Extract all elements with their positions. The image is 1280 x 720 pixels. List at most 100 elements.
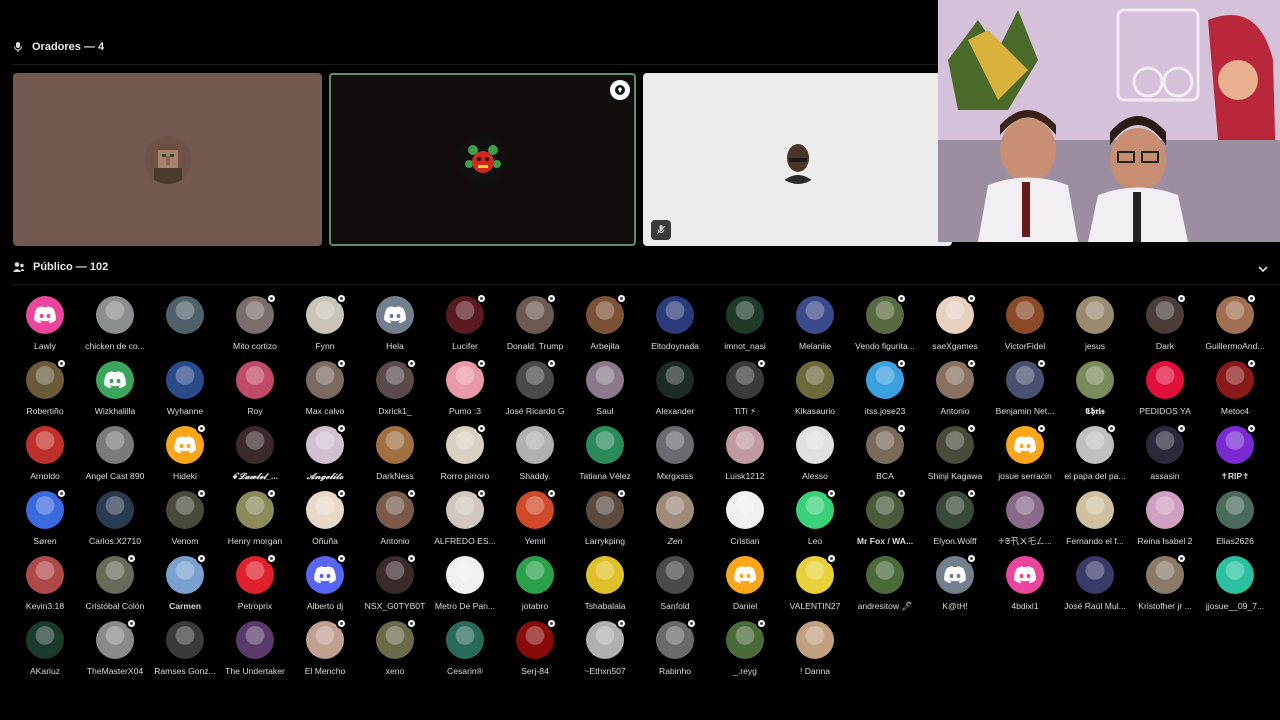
audience-member[interactable]: AKariuz (10, 621, 80, 686)
audience-member[interactable]: Ramses Gonz... (150, 621, 220, 686)
audience-member[interactable]: José Ricardo G (500, 358, 570, 426)
audience-member[interactable]: andresitow 🖊 (850, 556, 920, 621)
audience-member[interactable]: Kevin3.18 (10, 556, 80, 621)
audience-member[interactable]: Max calvo (290, 358, 360, 426)
audience-member[interactable]: Alberto dj (290, 553, 360, 621)
audience-member[interactable]: itss.jose23 (850, 358, 920, 426)
audience-member[interactable]: 𝓐𝓷𝓰𝓮𝓵𝓲𝓽𝓸 (290, 423, 360, 491)
audience-member[interactable]: Reina Isabel 2 (1130, 491, 1200, 556)
audience-member[interactable]: josue serracin (990, 423, 1060, 491)
audience-member[interactable]: Melaniie (780, 296, 850, 361)
audience-member[interactable]: Metoc4 (1200, 358, 1270, 426)
audience-member[interactable]: Metro De Pan... (430, 556, 500, 621)
audience-member[interactable]: Tatiana Vélez (570, 426, 640, 491)
audience-member[interactable]: Kristofher jr ... (1130, 553, 1200, 621)
audience-member[interactable]: Shinji Kagawa (920, 423, 990, 491)
audience-member[interactable]: Dxrick1_ (360, 358, 430, 426)
speaker-tile-villager[interactable] (13, 73, 322, 246)
audience-member[interactable]: The Undertaker (220, 621, 290, 686)
audience-member[interactable]: VictorFidel (990, 296, 1060, 361)
audience-member[interactable]: Arbejita (570, 293, 640, 361)
audience-member[interactable]: Daniel (710, 556, 780, 621)
audience-member[interactable]: Mito cortizo (220, 293, 290, 361)
audience-member[interactable]: Rorro pirroro (430, 423, 500, 491)
audience-member[interactable]: Rabinho (640, 618, 710, 686)
audience-member[interactable]: jesus (1060, 296, 1130, 361)
audience-member[interactable]: Alexander (640, 361, 710, 426)
audience-member[interactable]: Cristóbal Colón (80, 553, 150, 621)
audience-member[interactable]: Benjamin Net... (990, 358, 1060, 426)
audience-member[interactable]: Vendo figurita... (850, 293, 920, 361)
audience-member[interactable]: BCA (850, 423, 920, 491)
audience-member[interactable] (150, 296, 220, 361)
audience-member[interactable]: jjosue__09_7... (1200, 556, 1270, 621)
audience-member[interactable]: ALFREDO ES... (430, 488, 500, 556)
audience-member[interactable]: Lawly (10, 296, 80, 361)
audience-member[interactable]: Eltodoynada (640, 296, 710, 361)
audience-member[interactable]: Leo (780, 488, 850, 556)
audience-member[interactable]: Kikasaurio (780, 361, 850, 426)
audience-member[interactable]: Carmen (150, 553, 220, 621)
audience-member[interactable]: Cesarin® (430, 621, 500, 686)
audience-member[interactable]: TheMasterX04 (80, 618, 150, 686)
audience-member[interactable]: VALENTIN27 (780, 553, 850, 621)
audience-member[interactable]: DarkNess (360, 426, 430, 491)
audience-member[interactable]: Mr Fox / WA... (850, 488, 920, 556)
audience-member[interactable]: Larrykping (570, 488, 640, 556)
audience-member[interactable]: Elyon.Wolff (920, 488, 990, 556)
audience-member[interactable]: ꗃ𝓛𝓪𝔀𝓵𝓮𝓽_... (220, 426, 290, 491)
audience-member[interactable]: Hideki (150, 423, 220, 491)
audience-member[interactable]: Antonio (360, 488, 430, 556)
audience-member[interactable]: NSX_G0TYB0T (360, 553, 430, 621)
audience-member[interactable]: Luisk1212 (710, 426, 780, 491)
audience-member[interactable]: Wizkhalilla (80, 361, 150, 426)
audience-member[interactable]: Antonio (920, 358, 990, 426)
audience-member[interactable]: Dark (1130, 293, 1200, 361)
audience-member[interactable]: ♱𝕾卂ㄨ乇ㄥ... (990, 491, 1060, 556)
audience-member[interactable]: Tshabalala (570, 556, 640, 621)
audience-member[interactable]: Roy (220, 361, 290, 426)
audience-member[interactable]: Serj-84 (500, 618, 570, 686)
audience-member[interactable]: xeno (360, 618, 430, 686)
audience-member[interactable]: Donald. Trump (500, 293, 570, 361)
audience-member[interactable]: Søren (10, 488, 80, 556)
audience-member[interactable]: Arnoldo (10, 426, 80, 491)
audience-member[interactable]: Shaddy. (500, 426, 570, 491)
speaker-tile-portrait[interactable] (643, 73, 952, 246)
audience-member[interactable]: Petroprix (220, 553, 290, 621)
audience-member[interactable]: Oñuña (290, 488, 360, 556)
audience-member[interactable]: ✝RIP✝ (1200, 423, 1270, 491)
speaker-tile-active[interactable] (329, 73, 636, 246)
audience-member[interactable]: PEDIDOS YA (1130, 361, 1200, 426)
audience-member[interactable]: Mxrgxsss (640, 426, 710, 491)
audience-member[interactable]: Carlos.X2710 (80, 491, 150, 556)
audience-member[interactable]: Zen (640, 491, 710, 556)
audience-member[interactable]: Yemil (500, 488, 570, 556)
audience-member[interactable]: 4bdixl1 (990, 556, 1060, 621)
audience-member[interactable]: ! Danna (780, 621, 850, 686)
audience-member[interactable]: Hela (360, 296, 430, 361)
audience-member[interactable]: Elias2626 (1200, 491, 1270, 556)
audience-member[interactable]: Angel Cast 890 (80, 426, 150, 491)
audience-member[interactable]: Cristian (710, 491, 780, 556)
audience-member[interactable]: Fernando el f... (1060, 491, 1130, 556)
audience-member[interactable]: _.reyg (710, 618, 780, 686)
audience-member[interactable]: Wyhanne (150, 361, 220, 426)
audience-member[interactable]: K@tH! (920, 553, 990, 621)
audience-member[interactable]: el papa del pa... (1060, 423, 1130, 491)
audience-member[interactable]: El Mencho (290, 618, 360, 686)
audience-member[interactable]: ~Ethxn507 (570, 618, 640, 686)
audience-member[interactable]: GuillermoAnd... (1200, 293, 1270, 361)
audience-member[interactable]: Fynn (290, 293, 360, 361)
chevron-down-icon[interactable] (1256, 262, 1270, 276)
audience-member[interactable]: Robertiño (10, 358, 80, 426)
audience-member[interactable]: jotabro (500, 556, 570, 621)
audience-member[interactable]: assasin (1130, 423, 1200, 491)
audience-member[interactable]: saeXgames (920, 293, 990, 361)
audience-member[interactable]: Saul (570, 361, 640, 426)
audience-member[interactable]: 𝕮𝖍𝖗𝖎𝖘 (1060, 361, 1130, 426)
audience-member[interactable]: TiTi ⚡ (710, 358, 780, 426)
audience-member[interactable]: Henry morgan (220, 488, 290, 556)
audience-member[interactable]: imnot_nasi (710, 296, 780, 361)
audience-member[interactable]: José Raúl Mul... (1060, 556, 1130, 621)
